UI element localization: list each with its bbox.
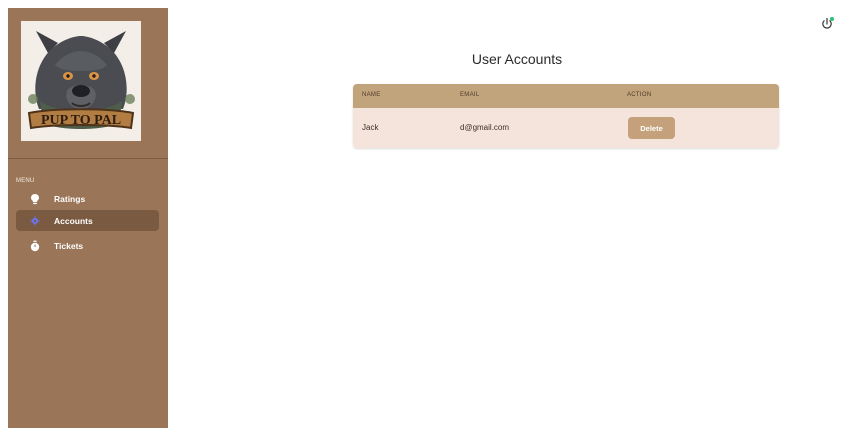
- sidebar-item-label: Tickets: [54, 240, 84, 251]
- dog-logo-image: PUP TO PAL: [21, 21, 141, 141]
- user-email-cell: d@gmail.com: [460, 123, 510, 132]
- lightbulb-icon: [28, 192, 42, 206]
- delete-button[interactable]: Delete: [628, 117, 675, 139]
- stopwatch-icon: [28, 239, 42, 253]
- online-status-dot: [830, 17, 834, 21]
- sidebar-divider: [8, 158, 168, 159]
- table-row: Jack d@gmail.com Delete: [353, 108, 779, 148]
- menu-section-title: MENU: [16, 178, 35, 184]
- power-icon: [822, 17, 834, 29]
- table-header: NAME EMAIL ACTION: [353, 84, 779, 108]
- svg-text:PUP TO PAL: PUP TO PAL: [41, 113, 121, 128]
- gear-icon: [28, 214, 42, 228]
- column-header-email: EMAIL: [460, 92, 480, 98]
- sidebar-item-tickets[interactable]: Tickets: [16, 235, 159, 256]
- column-header-name: NAME: [362, 92, 381, 98]
- sidebar-item-label: Accounts: [54, 215, 93, 226]
- column-header-action: ACTION: [627, 92, 652, 98]
- page-title: User Accounts: [471, 51, 563, 67]
- sidebar-item-ratings[interactable]: Ratings: [16, 188, 159, 209]
- user-name-cell: Jack: [362, 123, 379, 132]
- accounts-table: NAME EMAIL ACTION Jack d@gmail.com Delet…: [353, 84, 779, 148]
- sidebar-item-accounts[interactable]: Accounts: [16, 210, 159, 231]
- sidebar: PUP TO PAL MENU Ratings Accounts Tickets: [8, 8, 168, 428]
- sidebar-item-label: Ratings: [54, 193, 86, 204]
- app-page: PUP TO PAL MENU Ratings Accounts Tickets: [0, 0, 842, 428]
- pup-to-pal-logo: PUP TO PAL: [21, 21, 141, 141]
- power-button[interactable]: [819, 16, 835, 32]
